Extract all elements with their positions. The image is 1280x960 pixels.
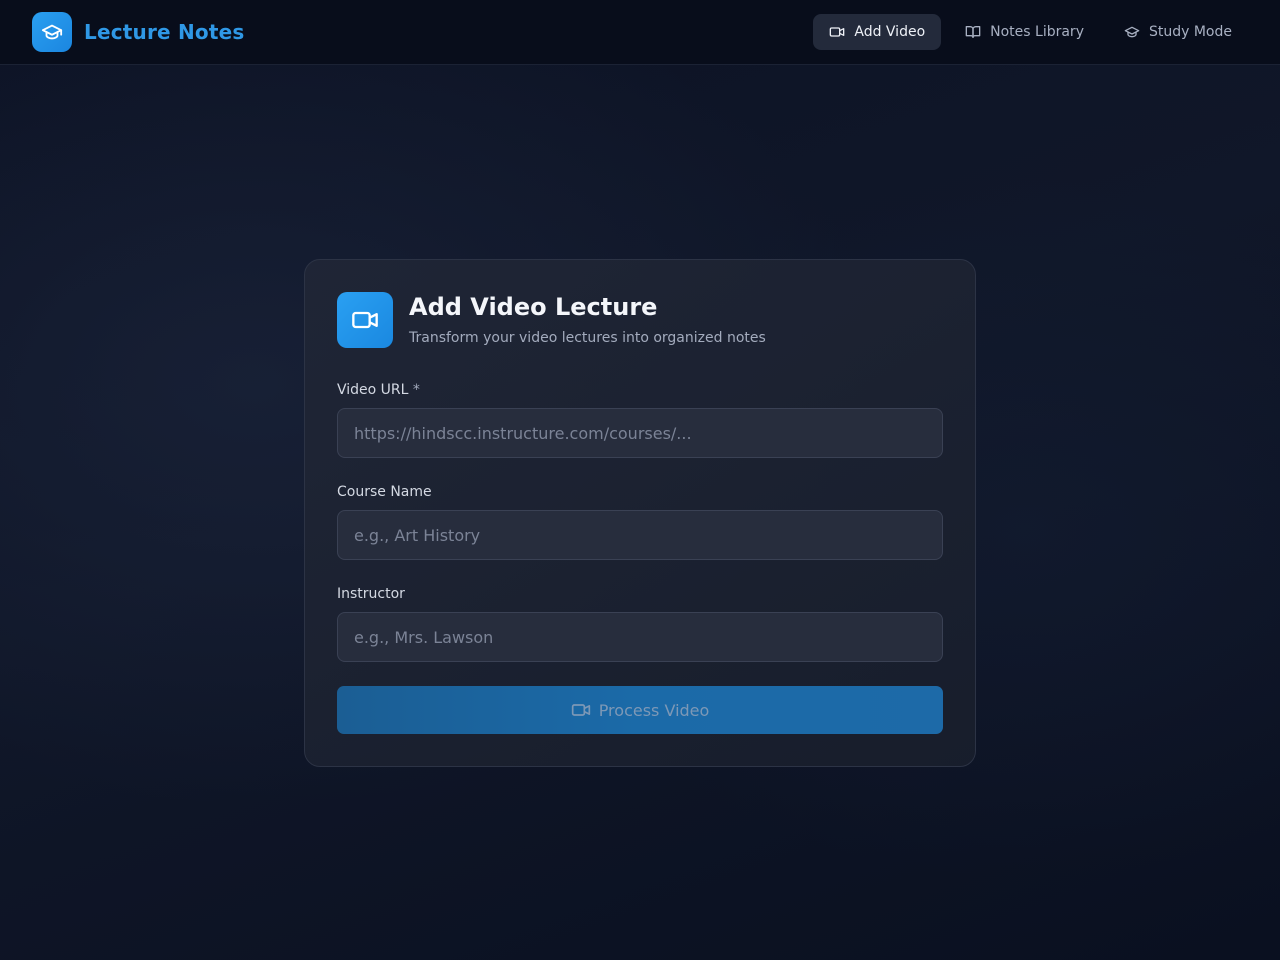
instructor-input[interactable] (337, 612, 943, 662)
graduation-cap-icon (1124, 26, 1140, 38)
required-mark: * (412, 382, 420, 398)
add-video-form-card: Add Video Lecture Transform your video l… (304, 259, 976, 767)
app-title: Lecture Notes (84, 20, 245, 44)
brand[interactable]: Lecture Notes (32, 12, 244, 52)
instructor-label: Instructor (337, 586, 405, 602)
nav-study-mode[interactable]: Study Mode (1108, 14, 1248, 50)
video-url-label-text: Video URL (337, 382, 409, 398)
course-name-label-text: Course Name (337, 484, 432, 500)
top-navigation-bar: Lecture Notes Add Video Notes Library St… (0, 0, 1280, 65)
process-video-label: Process Video (598, 700, 710, 720)
form-title: Add Video Lecture (409, 293, 658, 321)
course-name-input[interactable] (337, 510, 943, 560)
nav-add-video[interactable]: Add Video (813, 14, 942, 50)
form-subtitle: Transform your video lectures into organ… (409, 330, 766, 346)
nav-notes-library[interactable]: Notes Library (949, 14, 1100, 50)
nav-item-label: Add Video (854, 24, 926, 40)
graduation-cap-icon (32, 12, 72, 52)
video-camera-icon (830, 27, 845, 37)
open-book-icon (965, 26, 981, 38)
video-camera-icon (337, 292, 393, 348)
process-video-button[interactable]: Process Video (337, 686, 943, 734)
nav-item-label: Study Mode (1148, 24, 1232, 40)
video-url-input[interactable] (337, 408, 943, 458)
video-camera-icon (571, 704, 590, 716)
instructor-label-text: Instructor (337, 586, 405, 602)
video-url-label: Video URL * (337, 382, 420, 398)
main-nav: Add Video Notes Library Study Mode (805, 14, 1248, 50)
course-name-label: Course Name (337, 484, 432, 500)
nav-item-label: Notes Library (990, 24, 1084, 40)
